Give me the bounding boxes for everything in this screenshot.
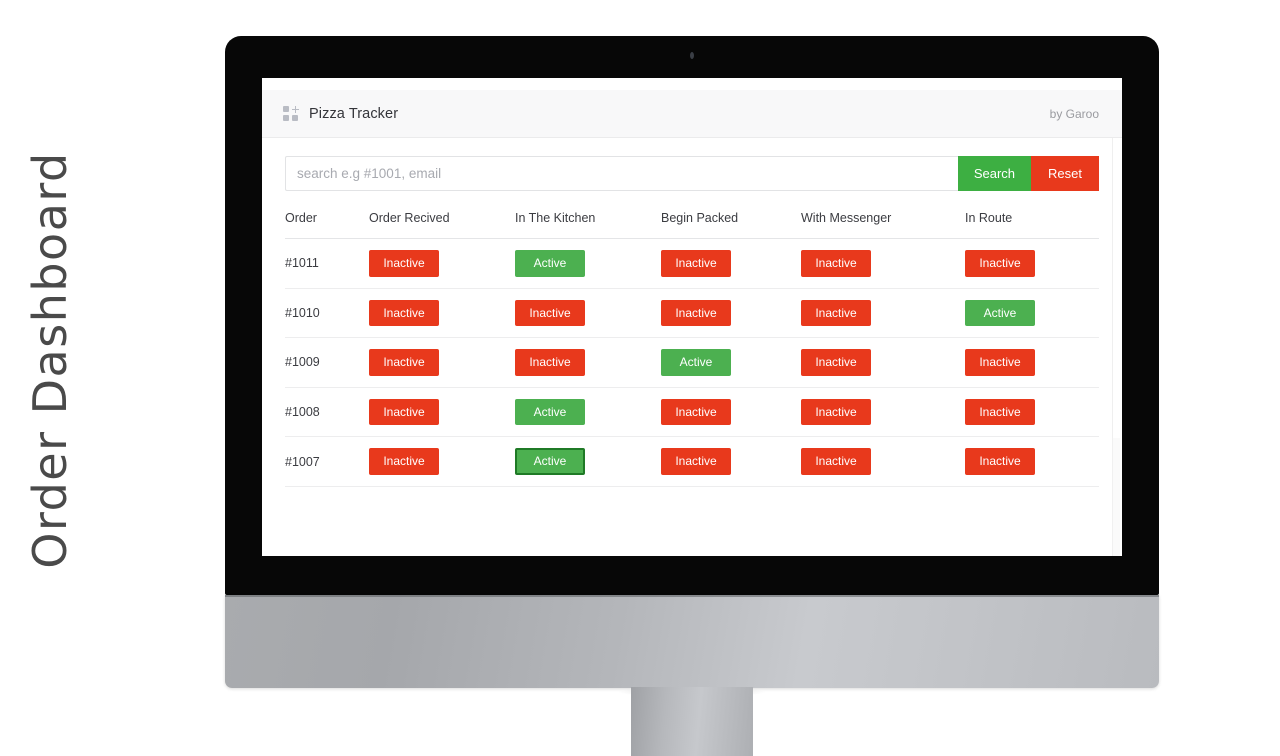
status-cell: Active: [661, 337, 801, 388]
status-badge-inactive[interactable]: Inactive: [369, 398, 439, 426]
status-badge-inactive[interactable]: Inactive: [801, 250, 871, 277]
table-row: #1007 Inactive Active Inactive Inactive Inact…: [285, 436, 1099, 487]
grid-plus-icon: [283, 106, 299, 121]
status-cell: Inactive: [661, 288, 801, 339]
status-cell: Inactive: [661, 436, 801, 487]
table-row: #1008 Inactive Active Inactive Inactive Inact…: [285, 387, 1099, 438]
table-row: #1009 Inactive Inactive Active Inactive Inact…: [285, 337, 1099, 388]
search-row: Search Reset: [285, 156, 1099, 191]
status-badge-inactive[interactable]: Inactive: [801, 299, 871, 327]
app-title: Pizza Tracker: [309, 105, 399, 122]
status-badge-inactive[interactable]: Inactive: [515, 349, 585, 376]
status-cell: Inactive: [965, 387, 1099, 438]
status-badge-inactive[interactable]: Inactive: [965, 448, 1035, 475]
status-cell: Inactive: [369, 387, 515, 438]
status-cell: Inactive: [965, 436, 1099, 487]
order-id-cell: #1007: [285, 436, 369, 487]
status-badge-inactive[interactable]: Inactive: [801, 448, 871, 475]
status-badge-inactive[interactable]: Inactive: [661, 398, 731, 426]
status-badge-inactive[interactable]: Inactive: [369, 349, 439, 376]
status-cell: Inactive: [369, 436, 515, 487]
brand: Pizza Tracker: [283, 106, 398, 122]
column-header-begin-packed: Begin Packed: [661, 211, 801, 239]
status-cell: Inactive: [801, 337, 965, 388]
order-id-cell: #1011: [285, 238, 369, 289]
app-top-strip: [262, 78, 1122, 90]
monitor-screen: Pizza Tracker by Garoo Search Rese: [262, 78, 1122, 556]
status-cell: Active: [515, 238, 661, 289]
status-cell: Inactive: [965, 238, 1099, 289]
status-cell: Active: [965, 288, 1099, 339]
search-input[interactable]: [285, 156, 958, 191]
status-cell: Inactive: [369, 337, 515, 388]
order-id-cell: #1008: [285, 387, 369, 438]
status-cell: Inactive: [515, 337, 661, 388]
status-cell: Inactive: [965, 337, 1099, 388]
column-header-with-messenger: With Messenger: [801, 211, 965, 239]
monitor-stand-neck: [631, 687, 753, 756]
status-cell: Inactive: [369, 238, 515, 289]
order-id: #1009: [285, 355, 320, 370]
status-cell: Inactive: [369, 288, 515, 339]
status-cell: Inactive: [515, 288, 661, 339]
status-badge-inactive[interactable]: Inactive: [661, 448, 731, 475]
table-header-row: Order Order Recived In The Kitchen Begin…: [285, 211, 1099, 239]
app-body: Search Reset Order Order Recived In The …: [262, 138, 1122, 556]
order-id: #1007: [285, 454, 320, 469]
byline: by Garoo: [1049, 106, 1099, 121]
order-id: #1008: [285, 405, 320, 420]
page-title: Order Dashboard: [23, 151, 77, 569]
status-badge-inactive[interactable]: Inactive: [801, 398, 871, 426]
reset-button[interactable]: Reset: [1031, 156, 1099, 191]
status-badge-active[interactable]: Active: [661, 349, 731, 376]
monitor-bezel: Pizza Tracker by Garoo Search Rese: [225, 36, 1159, 595]
orders-table: Order Order Recived In The Kitchen Begin…: [285, 211, 1099, 487]
status-badge-inactive[interactable]: Inactive: [661, 299, 731, 327]
order-id-cell: #1010: [285, 288, 369, 339]
status-cell: Inactive: [661, 238, 801, 289]
camera-icon: [690, 52, 694, 59]
status-badge-active[interactable]: Active: [515, 250, 585, 277]
order-id: #1011: [285, 256, 319, 271]
pizza-tracker-app: Pizza Tracker by Garoo Search Rese: [262, 78, 1122, 556]
status-badge-inactive[interactable]: Inactive: [965, 398, 1035, 426]
status-badge-active[interactable]: Active: [515, 398, 585, 426]
status-badge-inactive[interactable]: Inactive: [515, 299, 585, 327]
app-header: Pizza Tracker by Garoo: [262, 90, 1122, 138]
status-cell: Inactive: [801, 238, 965, 289]
orders-table-head: Order Order Recived In The Kitchen Begin…: [285, 211, 1099, 239]
status-cell: Active: [515, 387, 661, 438]
column-header-in-the-kitchen: In The Kitchen: [515, 211, 661, 239]
order-id: #1010: [285, 305, 320, 320]
column-header-in-route: In Route: [965, 211, 1099, 239]
orders-table-body: #1011 Inactive Active Inactive Inactive Inact…: [285, 238, 1099, 487]
table-row: #1010 Inactive Inactive Inactive Inactive Act…: [285, 288, 1099, 339]
status-cell: Inactive: [801, 436, 965, 487]
status-badge-active[interactable]: Active: [515, 448, 585, 475]
status-cell: Inactive: [801, 288, 965, 339]
status-badge-inactive[interactable]: Inactive: [965, 250, 1035, 277]
status-badge-inactive[interactable]: Inactive: [369, 299, 439, 327]
column-header-order-recived: Order Recived: [369, 211, 515, 239]
status-cell: Inactive: [661, 387, 801, 438]
order-id-cell: #1009: [285, 337, 369, 388]
status-cell: Active: [515, 436, 661, 487]
status-cell: Inactive: [801, 387, 965, 438]
monitor-mockup: Pizza Tracker by Garoo Search Rese: [225, 36, 1159, 756]
search-button[interactable]: Search: [957, 156, 1032, 191]
monitor-chin: [225, 595, 1159, 688]
side-caption: Order Dashboard: [0, 0, 220, 720]
status-badge-inactive[interactable]: Inactive: [965, 349, 1035, 376]
status-badge-inactive[interactable]: Inactive: [661, 250, 731, 277]
status-badge-active[interactable]: Active: [965, 299, 1035, 327]
column-header-order: Order: [285, 211, 369, 239]
status-badge-inactive[interactable]: Inactive: [801, 349, 871, 376]
status-badge-inactive[interactable]: Inactive: [369, 250, 439, 277]
status-badge-inactive[interactable]: Inactive: [369, 448, 439, 475]
table-row: #1011 Inactive Active Inactive Inactive Inact…: [285, 238, 1099, 289]
